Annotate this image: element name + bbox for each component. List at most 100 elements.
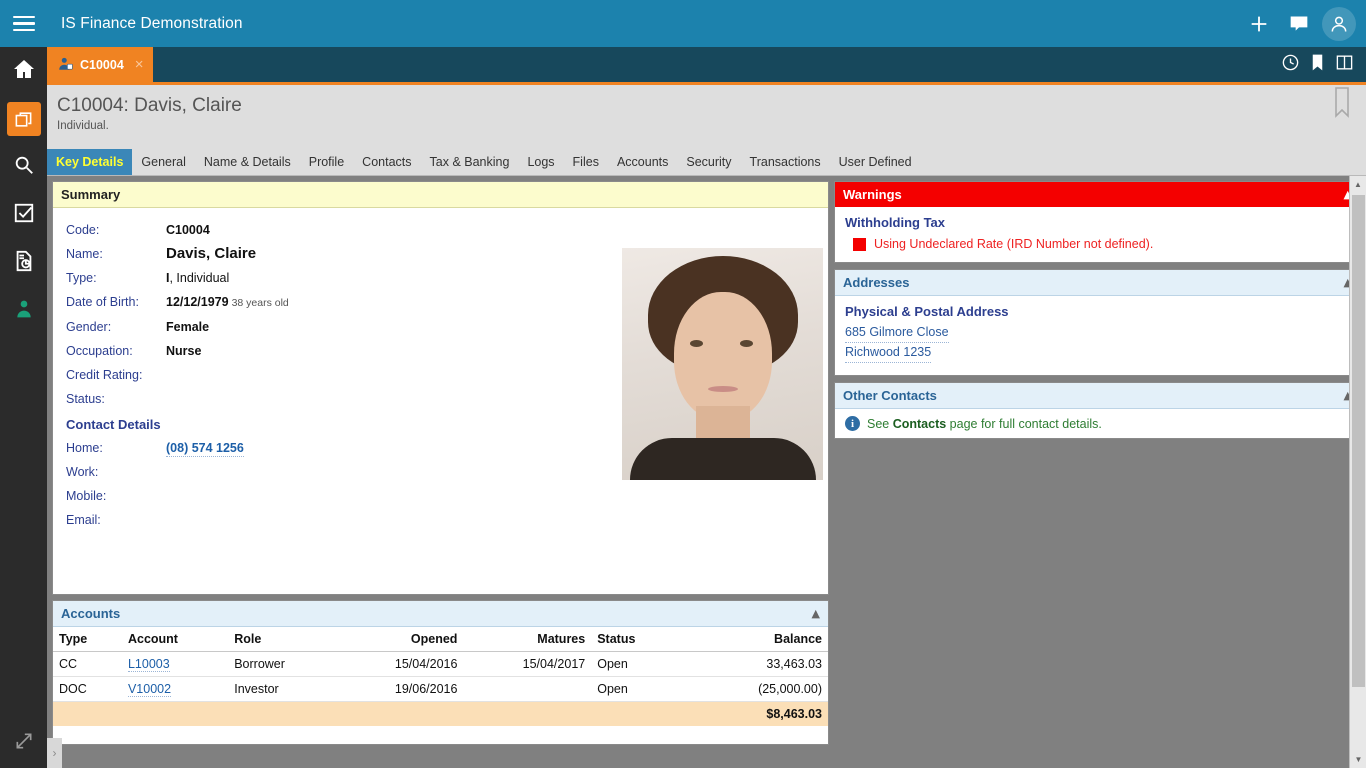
field-label: Code:: [66, 223, 100, 237]
tab-label: User Defined: [838, 155, 912, 169]
account-link[interactable]: L10003: [127, 657, 170, 672]
field-label: Gender:: [66, 320, 112, 334]
add-button[interactable]: [1242, 7, 1276, 41]
cell-type: CC: [53, 651, 122, 677]
cell-role: Borrower: [228, 651, 336, 677]
home-phone-link[interactable]: (08) 574 1256: [166, 441, 244, 457]
chevron-up-icon[interactable]: ▲: [812, 607, 820, 620]
page-header: C10004: Davis, Claire Individual.: [47, 82, 1366, 149]
tab-label: Transactions: [749, 155, 821, 169]
col-matures: Matures: [463, 627, 592, 652]
checkbox-icon: [13, 202, 35, 229]
clock-icon: [1282, 54, 1299, 70]
warnings-panel-header[interactable]: Warnings ▲: [835, 182, 1360, 207]
tab-label: General: [141, 155, 186, 169]
client-photo: [622, 248, 823, 480]
menu-button[interactable]: [0, 0, 47, 47]
other-contacts-panel-header[interactable]: Other Contacts ▲: [835, 383, 1360, 409]
tab-key-details[interactable]: Key Details: [47, 149, 133, 175]
expand-window-button[interactable]: [0, 726, 47, 760]
tab-user-defined[interactable]: User Defined: [830, 149, 921, 175]
field-label: Type:: [66, 271, 97, 285]
contact-label: Work:: [66, 465, 99, 479]
sidebar-item-home[interactable]: [0, 47, 47, 95]
expand-arrows-icon: [14, 731, 34, 756]
tab-security[interactable]: Security: [677, 149, 740, 175]
vertical-scrollbar[interactable]: ▲ ▼: [1349, 176, 1366, 768]
cell-opened: 15/04/2016: [335, 651, 464, 677]
photo-eye-left: [690, 340, 703, 347]
messages-button[interactable]: [1282, 7, 1316, 41]
other-contacts-body: i See Contacts page for full contact det…: [835, 409, 1360, 438]
sidebar-item-tasks[interactable]: [0, 191, 47, 239]
split-view-button[interactable]: [1335, 53, 1354, 77]
cell-opened: 19/06/2016: [335, 676, 464, 702]
tab-label: Logs: [527, 155, 555, 169]
addresses-panel-header[interactable]: Addresses ▲: [835, 270, 1360, 296]
summary-title: Summary: [61, 187, 121, 202]
contacts-page-link[interactable]: Contacts: [893, 417, 946, 431]
user-avatar-icon: [1331, 16, 1347, 32]
other-contacts-note: See Contacts page for full contact detai…: [867, 417, 1102, 431]
col-type: Type: [53, 627, 122, 652]
sidebar-item-reports[interactable]: [0, 239, 47, 287]
summary-body: Code: C10004 Name: Davis, Claire Type: I…: [53, 208, 828, 600]
warnings-panel: Warnings ▲ Withholding Tax Using Undecla…: [834, 181, 1361, 263]
bookmark-outline-icon: [1335, 87, 1349, 118]
address-line-2[interactable]: Richwood 1235: [845, 343, 932, 363]
cell-matures: 15/04/2017: [463, 651, 592, 677]
tab-name-details[interactable]: Name & Details: [195, 149, 300, 175]
field-code: Code: C10004: [53, 218, 828, 242]
scroll-up-arrow-icon[interactable]: ▲: [1350, 176, 1366, 193]
field-label: Occupation:: [66, 344, 133, 358]
sidebar-item-search[interactable]: [0, 143, 47, 191]
accounts-table: Type Account Role Opened Matures Status …: [53, 627, 828, 726]
cell-spacer: [677, 676, 698, 702]
page-bookmark-button[interactable]: [1332, 87, 1352, 124]
left-navigation-rail: [0, 0, 47, 768]
total-balance: $8,463.03: [697, 701, 828, 726]
col-account: Account: [121, 627, 229, 652]
tab-general[interactable]: General: [132, 149, 194, 175]
contact-label: Mobile:: [66, 489, 107, 503]
sidebar-item-windows[interactable]: [0, 95, 47, 143]
accounts-panel-header[interactable]: Accounts ▲: [53, 601, 828, 627]
photo-eye-right: [740, 340, 753, 347]
field-label: Status:: [66, 392, 105, 406]
hamburger-icon: [12, 12, 35, 36]
tab-profile[interactable]: Profile: [300, 149, 353, 175]
table-row[interactable]: CC L10003 Borrower 15/04/2016 15/04/2017…: [53, 651, 828, 677]
tab-logs[interactable]: Logs: [518, 149, 563, 175]
tab-transactions[interactable]: Transactions: [741, 149, 830, 175]
bookmarks-button[interactable]: [1308, 53, 1327, 77]
field-value: Davis, Claire: [166, 245, 257, 262]
user-account-button[interactable]: [1322, 6, 1356, 41]
panel-expander-button[interactable]: ›: [47, 738, 62, 768]
tab-tax-banking[interactable]: Tax & Banking: [421, 149, 519, 175]
address-line-1[interactable]: 685 Gilmore Close: [845, 323, 949, 343]
document-tab-c10004[interactable]: C10004 ×: [47, 47, 153, 82]
tab-files[interactable]: Files: [564, 149, 608, 175]
account-link[interactable]: V10002: [127, 682, 172, 697]
application-header: IS Finance Demonstration: [47, 0, 1366, 47]
warnings-body: Withholding Tax Using Undeclared Rate (I…: [835, 207, 1360, 262]
scroll-down-arrow-icon[interactable]: ▼: [1350, 751, 1366, 768]
contact-label: Home:: [66, 441, 103, 455]
scrollbar-thumb[interactable]: [1352, 195, 1365, 687]
sidebar-item-client[interactable]: [0, 287, 47, 335]
close-icon[interactable]: ×: [135, 56, 144, 73]
col-opened: Opened: [335, 627, 464, 652]
history-button[interactable]: [1281, 53, 1300, 77]
field-label: Name:: [66, 247, 103, 261]
tab-contacts[interactable]: Contacts: [353, 149, 420, 175]
col-spacer: [677, 627, 698, 652]
col-balance: Balance: [697, 627, 828, 652]
app-title: IS Finance Demonstration: [61, 14, 243, 32]
addresses-title: Addresses: [843, 275, 910, 290]
tab-label: Name & Details: [203, 155, 291, 169]
tab-accounts[interactable]: Accounts: [608, 149, 677, 175]
person-icon: [14, 299, 34, 324]
warnings-title: Warnings: [843, 187, 902, 202]
table-header-row: Type Account Role Opened Matures Status …: [53, 627, 828, 652]
table-row[interactable]: DOC V10002 Investor 19/06/2016 Open (25,…: [53, 676, 828, 702]
